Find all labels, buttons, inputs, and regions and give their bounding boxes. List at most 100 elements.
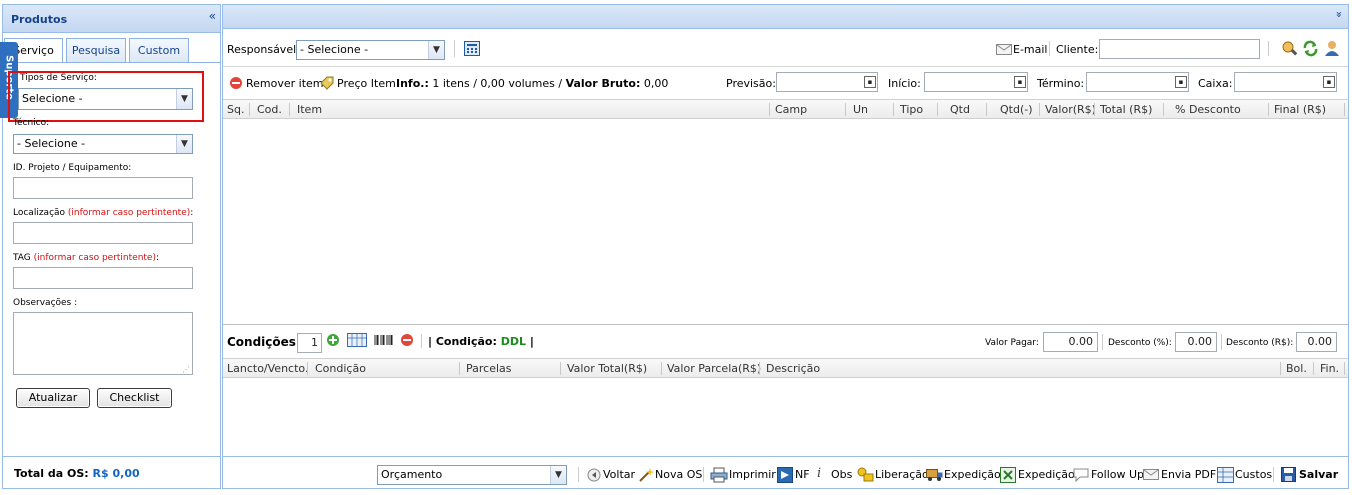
col-separator [1344, 103, 1345, 116]
tab-pesquisa[interactable]: Pesquisa [66, 38, 126, 62]
barcode-icon[interactable] [374, 335, 394, 348]
col-separator [845, 103, 846, 116]
remove-icon[interactable] [229, 76, 243, 93]
tab-label: Custom [137, 44, 181, 57]
user-icon[interactable] [1324, 40, 1341, 60]
col-separator [937, 103, 938, 116]
imprimir-button[interactable]: Imprimir [729, 468, 776, 481]
refresh-icon[interactable] [1302, 40, 1319, 60]
tecnico-select[interactable]: - Selecione - ▼ [13, 134, 193, 154]
col-header[interactable]: Bol. [1286, 362, 1307, 375]
tab-custom[interactable]: Custom [129, 38, 189, 62]
comment-icon [1073, 467, 1090, 485]
col-separator [560, 362, 561, 375]
col-header[interactable]: Valor Total(R$) [567, 362, 647, 375]
total-os: Total da OS: R$ 0,00 [14, 467, 140, 480]
obs-label: Observações : [13, 298, 78, 308]
col-header[interactable]: Un [853, 103, 868, 116]
col-header[interactable]: Fin. [1320, 362, 1339, 375]
col-header[interactable]: % Desconto [1175, 103, 1241, 116]
col-separator [661, 362, 662, 375]
nova-os-button[interactable]: Nova OS [655, 468, 702, 481]
nf-button[interactable]: NF [795, 468, 810, 481]
remover-item-link[interactable]: Remover item [246, 77, 324, 90]
search-client-icon[interactable] [1281, 40, 1298, 60]
inicio-input[interactable]: ▪ [924, 72, 1028, 92]
col-separator [986, 103, 987, 116]
cliente-input[interactable] [1099, 39, 1260, 59]
tecnico-label: Técnico: [13, 118, 50, 128]
caixa-input[interactable]: ▪ [1234, 72, 1337, 92]
condicao-value: DDL [500, 335, 526, 348]
liberacao-button[interactable]: Liberação [875, 468, 929, 481]
termino-input[interactable]: ▪ [1086, 72, 1189, 92]
col-header[interactable]: Valor(R$) [1045, 103, 1096, 116]
tag-input[interactable] [13, 267, 193, 289]
responsavel-select[interactable]: - Selecione - ▼ [296, 40, 445, 60]
col-header[interactable]: Qtd(-) [1000, 103, 1033, 116]
col-separator [769, 103, 770, 116]
toolbar-separator [1102, 334, 1103, 350]
col-header[interactable]: Cod. [257, 103, 282, 116]
col-header[interactable]: Tipo [900, 103, 923, 116]
calendar-icon[interactable]: ▪ [1323, 76, 1335, 88]
col-header[interactable]: Qtd [950, 103, 970, 116]
col-header[interactable]: Valor Parcela(R$) [667, 362, 761, 375]
salvar-button[interactable]: Salvar [1299, 468, 1338, 481]
preco-item-link[interactable]: Preço Item [337, 77, 396, 90]
collapse-icon[interactable]: « [209, 9, 216, 23]
price-tag-icon[interactable] [319, 75, 335, 94]
col-separator [1280, 362, 1281, 375]
collapse-up-icon[interactable]: « [1332, 11, 1345, 18]
col-header[interactable]: Final (R$) [1274, 103, 1326, 116]
expedicao-button[interactable]: Expedição [944, 468, 1001, 481]
follow-up-button[interactable]: Follow Up [1091, 468, 1144, 481]
voltar-button[interactable]: Voltar [603, 468, 635, 481]
calculator-icon[interactable] [464, 41, 480, 56]
status-select[interactable]: Orçamento ▼ [377, 465, 567, 485]
truck-icon [926, 468, 944, 485]
responsavel-value: - Selecione - [300, 43, 369, 56]
items-grid-body [223, 120, 1348, 323]
col-separator [1039, 103, 1040, 116]
caixa-label: Caixa: [1198, 77, 1233, 90]
obs-textarea[interactable]: ⋰ [13, 312, 193, 375]
localizacao-input[interactable] [13, 222, 193, 244]
calendar-icon[interactable]: ▪ [864, 76, 876, 88]
total-label: Total da OS: [14, 467, 89, 480]
previsao-input[interactable]: ▪ [776, 72, 878, 92]
left-footer-divider [3, 456, 221, 457]
email-link[interactable]: E-mail [1013, 43, 1048, 56]
desconto-pct-input[interactable]: 0.00 [1175, 332, 1217, 352]
custos-button[interactable]: Custos [1235, 468, 1272, 481]
checklist-button[interactable]: Checklist [97, 388, 172, 408]
resize-handle-icon[interactable]: ⋰ [182, 365, 190, 374]
tag-text: TAG [13, 253, 31, 263]
toolbar-separator [1221, 334, 1222, 350]
obs-button[interactable]: Obs [831, 468, 852, 481]
col-header[interactable]: Total (R$) [1100, 103, 1152, 116]
calendar-grid-icon[interactable] [347, 333, 367, 350]
tab-label: Pesquisa [71, 44, 121, 57]
calendar-icon[interactable]: ▪ [1175, 76, 1187, 88]
add-icon[interactable] [326, 333, 340, 350]
condicoes-count-input[interactable]: 1 [297, 333, 322, 353]
nf-icon [777, 467, 793, 486]
atualizar-button[interactable]: Atualizar [16, 388, 90, 408]
col-header[interactable]: Descrição [766, 362, 820, 375]
email-icon[interactable] [996, 44, 1012, 58]
col-header[interactable]: Item [297, 103, 322, 116]
col-header[interactable]: Condição [315, 362, 366, 375]
col-header[interactable]: Sq. [227, 103, 244, 116]
col-header[interactable]: Lancto/Vencto. [227, 362, 308, 375]
desconto-rs-input[interactable]: 0.00 [1296, 332, 1337, 352]
calendar-icon[interactable]: ▪ [1014, 76, 1026, 88]
col-header[interactable]: Camp [775, 103, 807, 116]
projeto-input[interactable] [13, 177, 193, 199]
expedicao-excel-button[interactable]: Expedição [1018, 468, 1075, 481]
remove-icon[interactable] [400, 333, 414, 350]
valor-pagar-input[interactable]: 0.00 [1043, 332, 1098, 352]
chevron-down-icon: ▼ [428, 41, 444, 59]
col-header[interactable]: Parcelas [466, 362, 512, 375]
envia-pdf-button[interactable]: Envia PDF [1161, 468, 1216, 481]
